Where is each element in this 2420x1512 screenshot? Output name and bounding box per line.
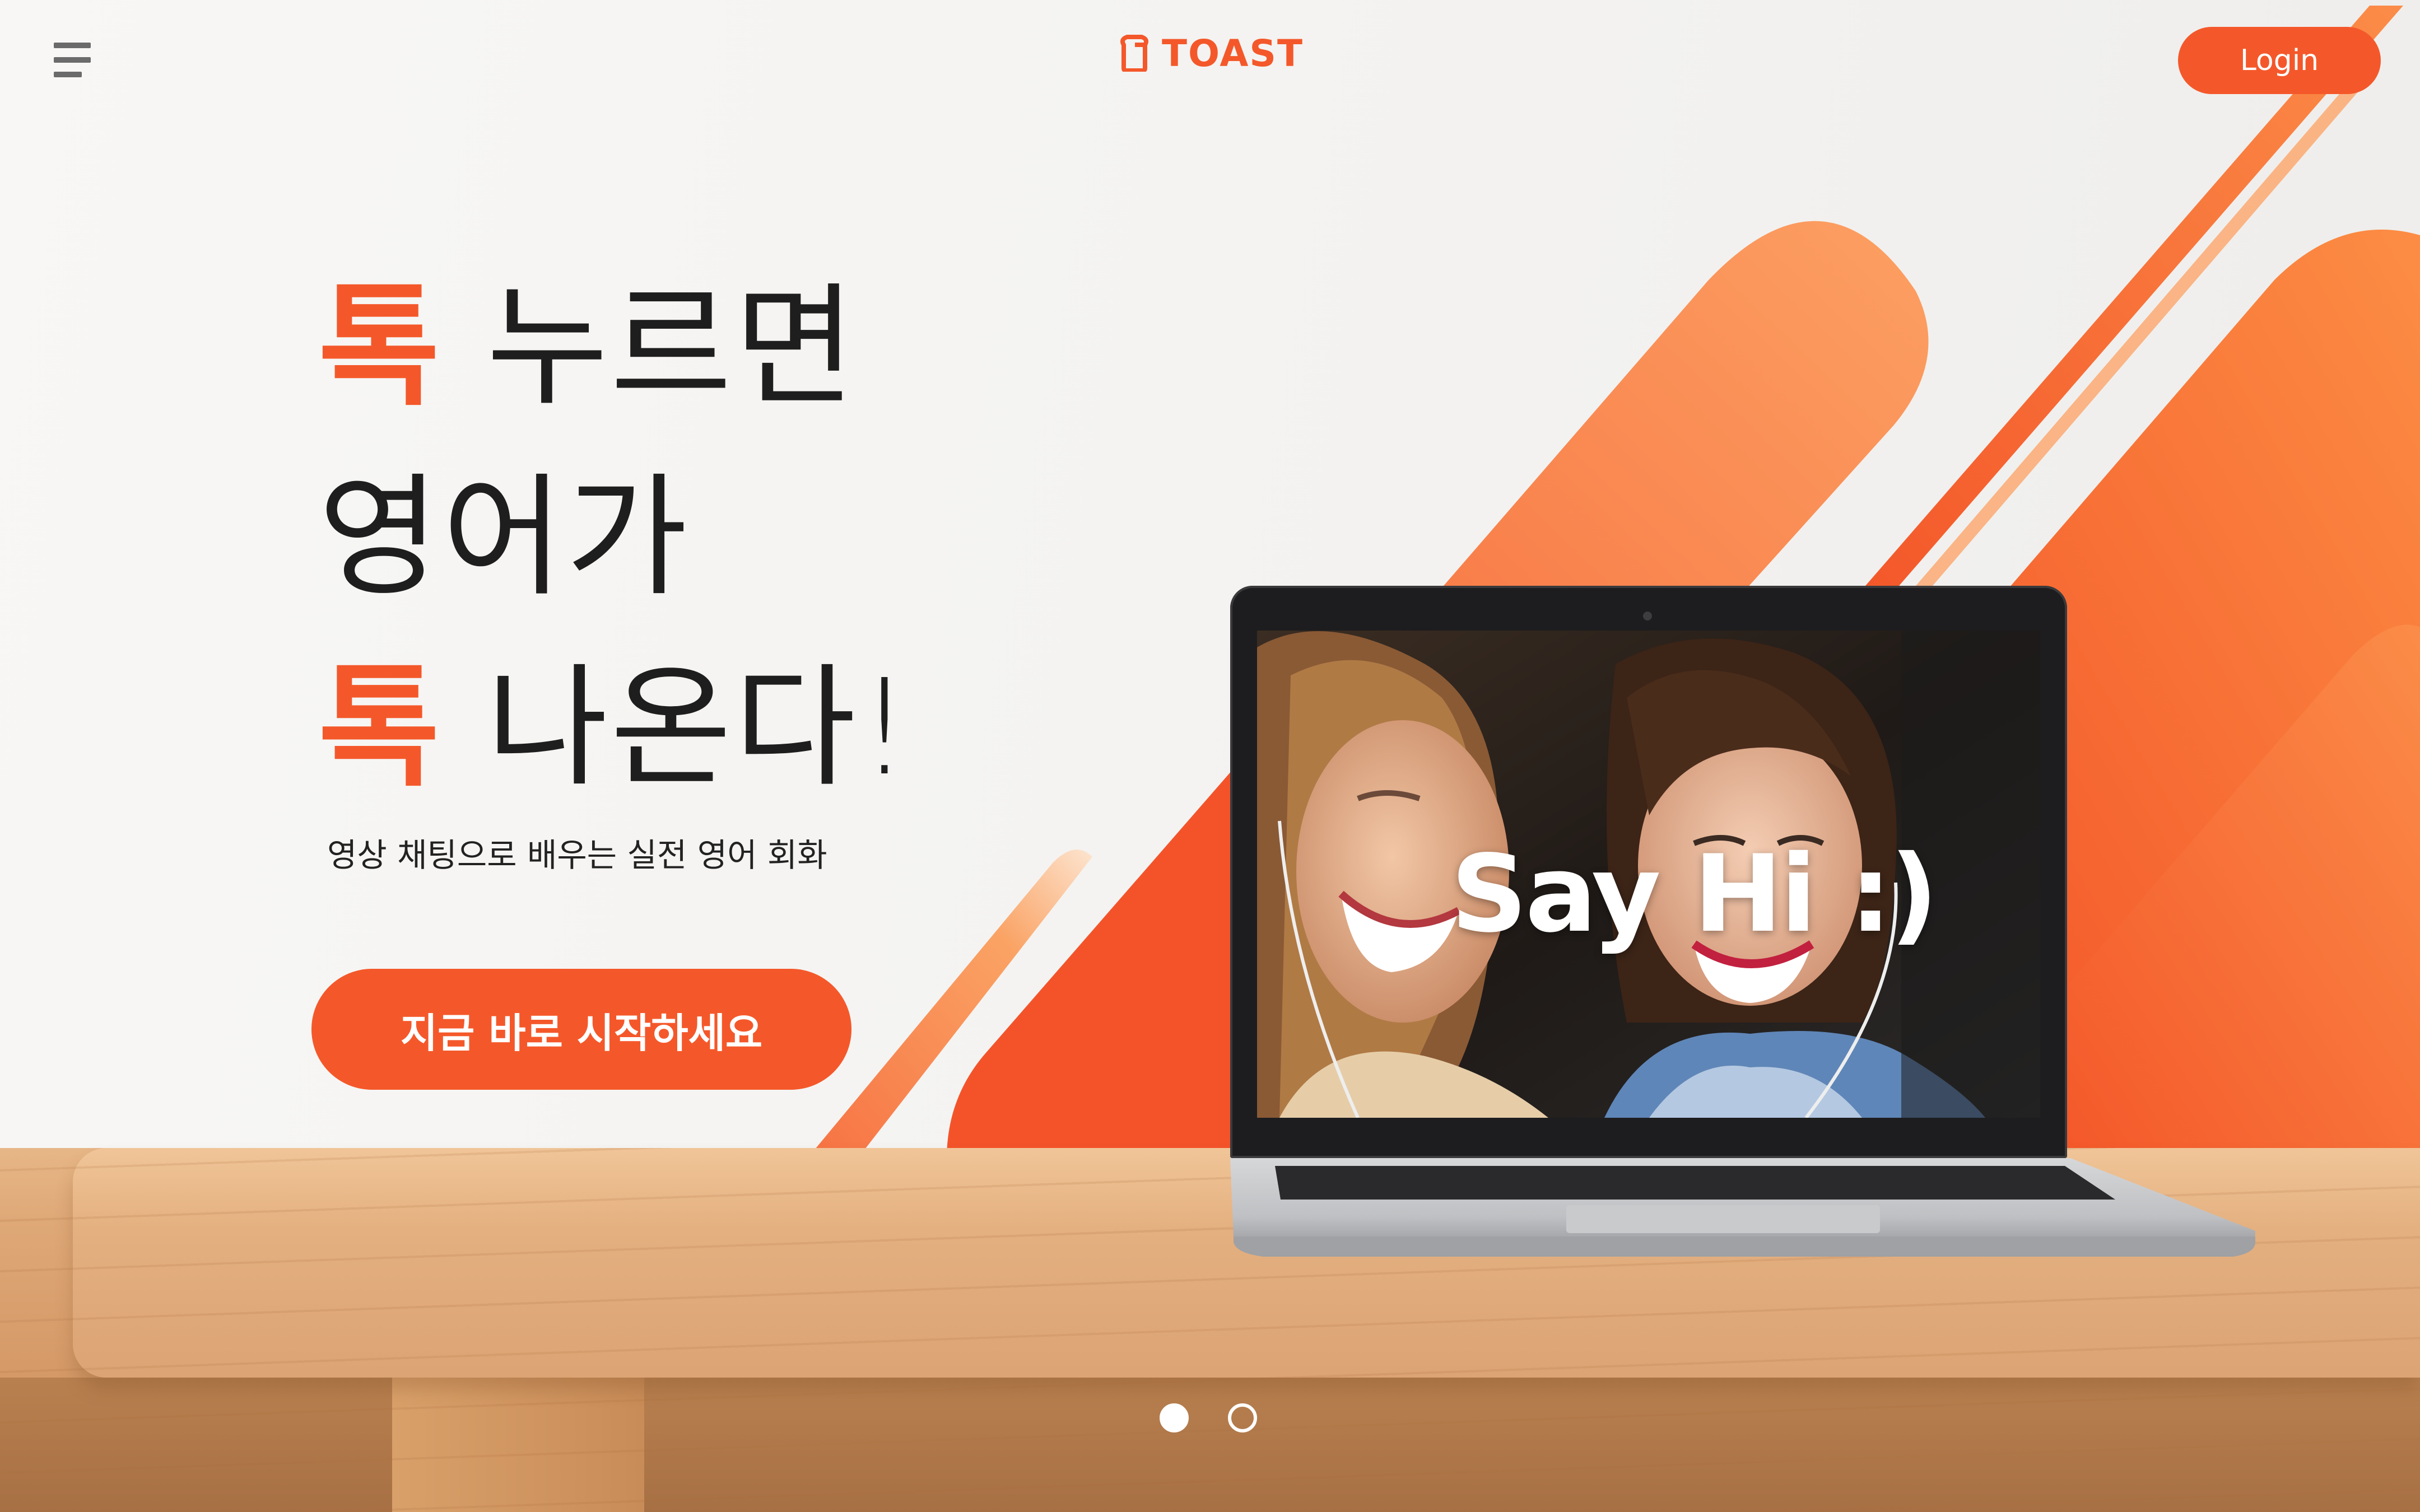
carousel-dot-2[interactable] [1228,1403,1257,1432]
headline-text-3: 나온다! [486,651,914,805]
laptop-screen: Say Hi :) [1257,631,2040,1118]
headline-text-1: 누르면 [486,270,858,424]
hero-headline: 톡 누르면 영어가 톡 나온다! [318,252,990,823]
hamburger-line [54,72,82,77]
headline-line-1: 톡 누르면 [318,252,990,442]
headline-accent-3: 톡 [318,651,443,805]
headline-accent-1: 톡 [318,270,443,424]
say-hi-overlay: Say Hi :) [1450,832,1938,956]
headline-line-2: 영어가 [318,460,690,614]
headline-line-3: 톡 나온다! [318,633,990,823]
laptop-keyboard-base [1230,1158,2255,1257]
logo-text: TOAST [1162,31,1304,75]
carousel-pagination [1160,1403,1257,1432]
login-button[interactable]: Login [2178,27,2381,94]
hamburger-line [54,57,91,63]
toast-logo[interactable]: TOAST [1118,28,1304,78]
laptop: Say Hi :) [1230,586,2067,1158]
webcam-icon [1643,612,1652,620]
hamburger-menu-icon [54,43,91,48]
hero-subtitle: 영상 채팅으로 배우는 실전 영어 회화 [327,836,827,874]
start-now-button[interactable]: 지금 바로 시작하세요 [311,969,851,1090]
carousel-dot-1[interactable] [1160,1403,1189,1432]
menu-button[interactable] [54,43,95,77]
toast-bread-icon [1120,35,1148,72]
